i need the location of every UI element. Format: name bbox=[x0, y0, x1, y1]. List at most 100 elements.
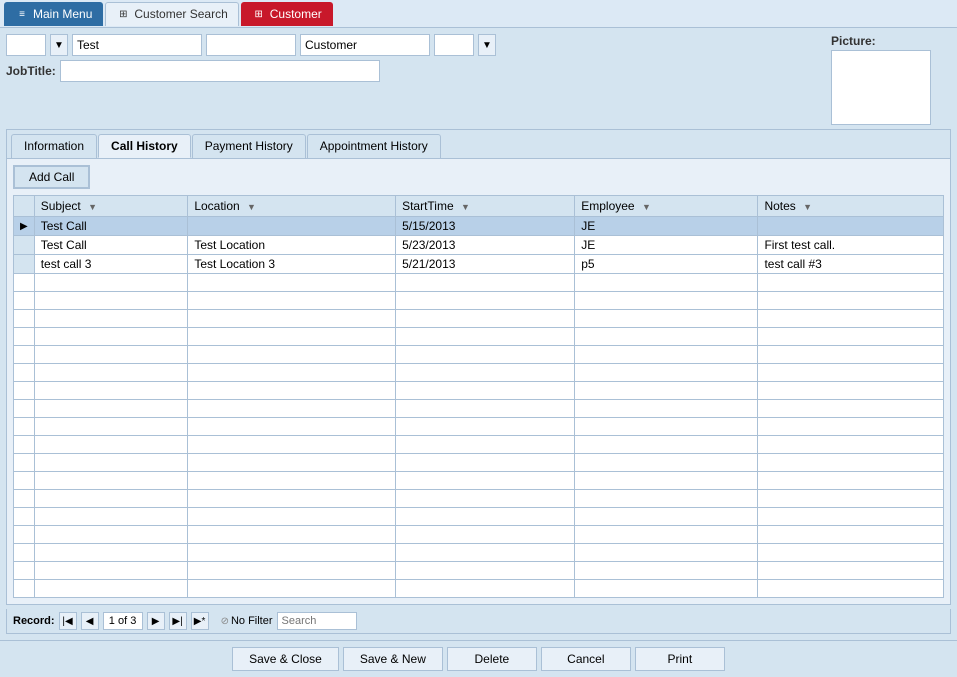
col-notes[interactable]: Notes ▼ bbox=[758, 196, 944, 217]
table-row[interactable]: test call 3 Test Location 3 5/21/2013 p5… bbox=[14, 255, 944, 274]
prefix-dropdown[interactable]: ▼ bbox=[50, 34, 68, 56]
jobtitle-input[interactable] bbox=[60, 60, 380, 82]
title-bar: ≡ Main Menu ⊞ Customer Search ⊞ Customer bbox=[0, 0, 957, 28]
empty-row bbox=[14, 508, 944, 526]
table-row[interactable]: ▶ Test Call 5/15/2013 JE bbox=[14, 217, 944, 236]
empty-row bbox=[14, 490, 944, 508]
subject-sort-icon: ▼ bbox=[88, 202, 97, 212]
row-indicator: ▶ bbox=[14, 217, 35, 236]
picture-label: Picture: bbox=[831, 34, 876, 48]
empty-row bbox=[14, 364, 944, 382]
last-name-input[interactable] bbox=[300, 34, 430, 56]
main-menu-icon: ≡ bbox=[15, 7, 29, 21]
row-indicator bbox=[14, 255, 35, 274]
suffix-dropdown[interactable]: ▼ bbox=[478, 34, 496, 56]
customer-icon: ⊞ bbox=[252, 7, 266, 21]
tab-payment-history[interactable]: Payment History bbox=[192, 134, 306, 158]
cell-employee: JE bbox=[575, 236, 758, 255]
nav-next-button[interactable]: ▶ bbox=[147, 612, 165, 630]
delete-button[interactable]: Delete bbox=[447, 647, 537, 671]
cell-employee: JE bbox=[575, 217, 758, 236]
call-history-table: Subject ▼ Location ▼ StartTime ▼ Emplo bbox=[13, 195, 944, 598]
record-position-input[interactable] bbox=[103, 612, 143, 630]
employee-sort-icon: ▼ bbox=[642, 202, 651, 212]
empty-row bbox=[14, 400, 944, 418]
cell-starttime: 5/15/2013 bbox=[396, 217, 575, 236]
empty-row bbox=[14, 544, 944, 562]
action-bar: Save & Close Save & New Delete Cancel Pr… bbox=[0, 640, 957, 677]
col-starttime[interactable]: StartTime ▼ bbox=[396, 196, 575, 217]
cell-location: Test Location bbox=[188, 236, 396, 255]
table-row[interactable]: Test Call Test Location 5/23/2013 JE Fir… bbox=[14, 236, 944, 255]
empty-row bbox=[14, 562, 944, 580]
top-form: ▼ ▼ JobTitle: Picture: bbox=[6, 34, 951, 125]
suffix-input[interactable] bbox=[434, 34, 474, 56]
tab-main-menu-label: Main Menu bbox=[33, 7, 92, 21]
empty-row bbox=[14, 418, 944, 436]
empty-row bbox=[14, 472, 944, 490]
cell-starttime: 5/23/2013 bbox=[396, 236, 575, 255]
prefix-input[interactable] bbox=[6, 34, 46, 56]
empty-row bbox=[14, 310, 944, 328]
tab-call-history[interactable]: Call History bbox=[98, 134, 191, 158]
save-close-button[interactable]: Save & Close bbox=[232, 647, 339, 671]
cell-notes bbox=[758, 217, 944, 236]
location-sort-icon: ▼ bbox=[247, 202, 256, 212]
cell-location: Test Location 3 bbox=[188, 255, 396, 274]
empty-row bbox=[14, 328, 944, 346]
empty-row bbox=[14, 382, 944, 400]
nav-last-button[interactable]: ▶| bbox=[169, 612, 187, 630]
col-indicator bbox=[14, 196, 35, 217]
cell-starttime: 5/21/2013 bbox=[396, 255, 575, 274]
customer-search-icon: ⊞ bbox=[116, 7, 130, 21]
middle-name-input[interactable] bbox=[206, 34, 296, 56]
first-name-input[interactable] bbox=[72, 34, 202, 56]
add-call-button[interactable]: Add Call bbox=[13, 165, 90, 189]
picture-area: Picture: bbox=[831, 34, 951, 125]
notes-sort-icon: ▼ bbox=[803, 202, 812, 212]
empty-row bbox=[14, 580, 944, 598]
cell-subject: test call 3 bbox=[34, 255, 188, 274]
table-header-row: Subject ▼ Location ▼ StartTime ▼ Emplo bbox=[14, 196, 944, 217]
name-row: ▼ ▼ bbox=[6, 34, 827, 56]
tab-customer-search[interactable]: ⊞ Customer Search bbox=[105, 2, 238, 26]
save-new-button[interactable]: Save & New bbox=[343, 647, 443, 671]
navigation-bar: Record: |◀ ◀ ▶ ▶| ▶* ⊘ No Filter bbox=[6, 609, 951, 634]
form-fields: ▼ ▼ JobTitle: bbox=[6, 34, 827, 82]
tab-appointment-history[interactable]: Appointment History bbox=[307, 134, 441, 158]
starttime-sort-icon: ▼ bbox=[461, 202, 470, 212]
tab-headers: Information Call History Payment History… bbox=[7, 130, 950, 159]
nav-first-button[interactable]: |◀ bbox=[59, 612, 77, 630]
empty-row bbox=[14, 292, 944, 310]
cell-notes: First test call. bbox=[758, 236, 944, 255]
empty-row bbox=[14, 454, 944, 472]
tab-main-menu[interactable]: ≡ Main Menu bbox=[4, 2, 103, 26]
tab-information[interactable]: Information bbox=[11, 134, 97, 158]
col-employee[interactable]: Employee ▼ bbox=[575, 196, 758, 217]
filter-icon: ⊘ bbox=[221, 616, 229, 627]
cancel-button[interactable]: Cancel bbox=[541, 647, 631, 671]
row-indicator bbox=[14, 236, 35, 255]
empty-row bbox=[14, 436, 944, 454]
main-content: ▼ ▼ JobTitle: Picture: Information bbox=[0, 28, 957, 640]
tab-customer[interactable]: ⊞ Customer bbox=[241, 2, 333, 26]
tab-panel: Information Call History Payment History… bbox=[6, 129, 951, 605]
filter-area: ⊘ No Filter bbox=[221, 615, 273, 627]
cell-location bbox=[188, 217, 396, 236]
tab-customer-search-label: Customer Search bbox=[134, 7, 227, 21]
record-label: Record: bbox=[13, 615, 55, 627]
cell-employee: p5 bbox=[575, 255, 758, 274]
nav-prev-button[interactable]: ◀ bbox=[81, 612, 99, 630]
cell-subject: Test Call bbox=[34, 236, 188, 255]
search-input[interactable] bbox=[277, 612, 357, 630]
col-subject[interactable]: Subject ▼ bbox=[34, 196, 188, 217]
jobtitle-label: JobTitle: bbox=[6, 64, 56, 78]
empty-row bbox=[14, 346, 944, 364]
empty-row bbox=[14, 274, 944, 292]
col-location[interactable]: Location ▼ bbox=[188, 196, 396, 217]
tab-content-call-history: Add Call Subject ▼ Location ▼ bbox=[7, 159, 950, 604]
tab-customer-label: Customer bbox=[270, 7, 322, 21]
print-button[interactable]: Print bbox=[635, 647, 725, 671]
cell-subject: Test Call bbox=[34, 217, 188, 236]
nav-new-button[interactable]: ▶* bbox=[191, 612, 209, 630]
